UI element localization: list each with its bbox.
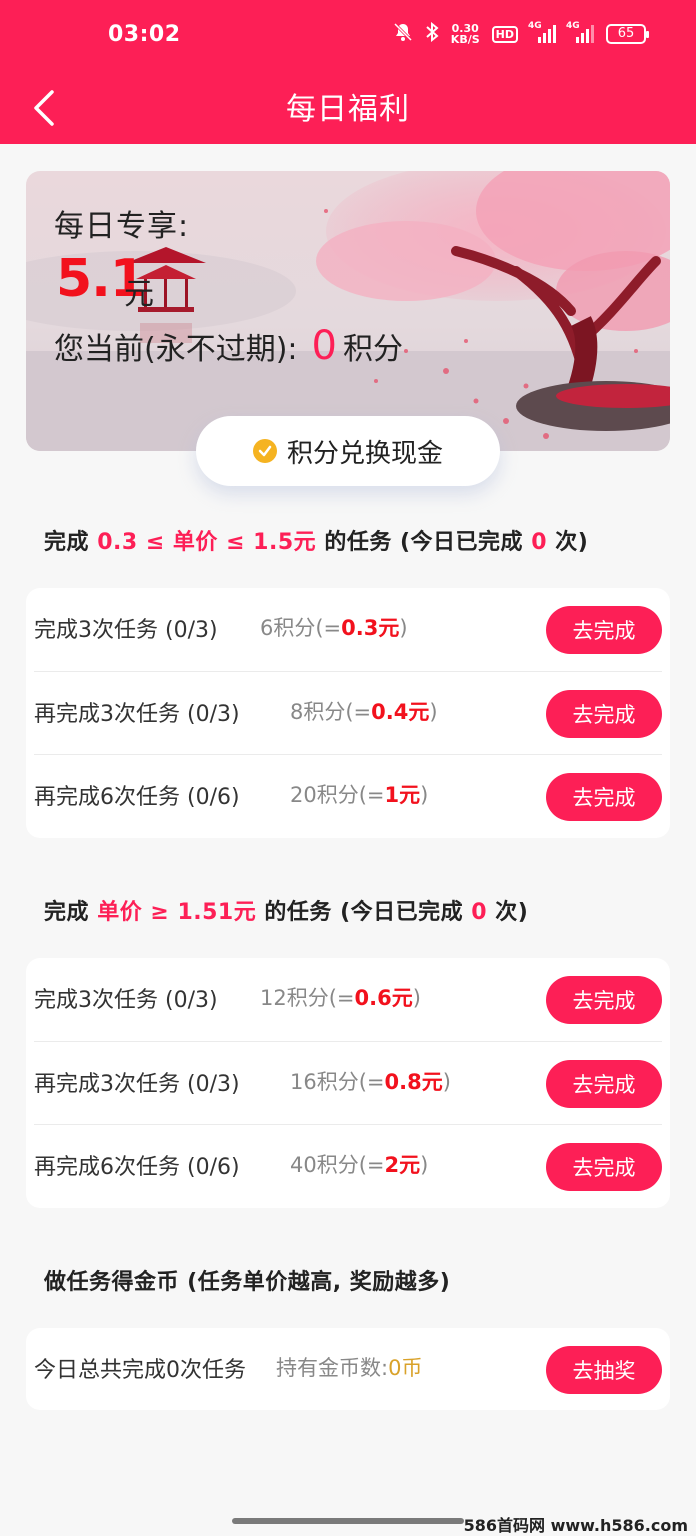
task-cash: 1元 xyxy=(384,783,421,807)
header: 03:02 0.30 KB/S HD 4G 4G 65 每日福利 xyxy=(0,0,696,144)
points-suffix: 积分 xyxy=(342,332,403,367)
coin-row: 今日总共完成0次任务 持有金币数:0币 去抽奖 xyxy=(34,1328,662,1412)
section2-prefix: 完成 xyxy=(44,900,90,925)
section1-heading: 完成 0.3 ≤ 单价 ≤ 1.5元 的任务 (今日已完成 0 次) xyxy=(44,524,588,556)
go-complete-button[interactable]: 去完成 xyxy=(546,773,662,821)
net-speed: 0.30 KB/S xyxy=(451,23,480,45)
status-bar: 03:02 0.30 KB/S HD 4G 4G 65 xyxy=(0,0,696,72)
task-points: 40积分(= xyxy=(290,1153,385,1177)
signal-icon-2: 4G xyxy=(566,21,594,43)
task-row: 再完成3次任务 (0/3) 8积分(=0.4元) 去完成 xyxy=(34,672,662,756)
section1-suffix: 次) xyxy=(555,530,589,555)
points-prefix: 您当前(永不过期): xyxy=(54,332,298,367)
coins-value: 0币 xyxy=(388,1356,423,1380)
signal-icon: 4G xyxy=(528,21,556,43)
task-cash: 2元 xyxy=(384,1153,421,1177)
task-cash: 0.4元 xyxy=(371,700,430,724)
task-name: 再完成3次任务 (0/3) xyxy=(34,1072,240,1097)
task-points: 6积分(= xyxy=(260,616,342,640)
section1-middle: 的任务 (今日已完成 xyxy=(324,530,524,555)
task-reward-close: ) xyxy=(420,1153,429,1177)
current-points: 您当前(永不过期): 0 积分 xyxy=(54,323,403,369)
section2-suffix: 次) xyxy=(495,900,529,925)
task-name: 再完成6次任务 (0/6) xyxy=(34,1155,240,1180)
page-title: 每日福利 xyxy=(286,92,410,127)
total-completed-text: 今日总共完成0次任务 xyxy=(34,1358,246,1383)
task-reward-close: ) xyxy=(399,616,408,640)
task-points: 8积分(= xyxy=(290,700,372,724)
go-complete-button[interactable]: 去完成 xyxy=(546,606,662,654)
watermark: 586首码网 www.h586.com xyxy=(463,1516,688,1535)
hd-badge: HD xyxy=(491,25,518,43)
coins-label: 持有金币数: xyxy=(276,1356,389,1380)
exchange-cash-button[interactable]: 积分兑换现金 xyxy=(196,416,500,486)
section2-range: 单价 ≥ 1.51元 xyxy=(97,900,257,925)
section3-card: 今日总共完成0次任务 持有金币数:0币 去抽奖 xyxy=(26,1328,670,1410)
section2-heading: 完成 单价 ≥ 1.51元 的任务 (今日已完成 0 次) xyxy=(44,894,528,926)
lottery-button[interactable]: 去抽奖 xyxy=(546,1346,662,1394)
task-cash: 0.8元 xyxy=(384,1070,443,1094)
task-reward-close: ) xyxy=(420,783,429,807)
task-reward: 8积分(=0.4元) xyxy=(290,696,438,726)
battery-icon: 65 xyxy=(606,24,649,44)
section2-middle: 的任务 (今日已完成 xyxy=(264,900,464,925)
section2-count: 0 xyxy=(471,900,488,925)
task-row: 完成3次任务 (0/3) 12积分(=0.6元) 去完成 xyxy=(34,958,662,1042)
coin-balance: 持有金币数:0币 xyxy=(276,1352,422,1382)
task-reward: 16积分(=0.8元) xyxy=(290,1066,451,1096)
section1-card: 完成3次任务 (0/3) 6积分(=0.3元) 去完成 再完成3次任务 (0/3… xyxy=(26,588,670,838)
daily-amount-unit: 元 xyxy=(124,277,154,312)
mute-bell-icon xyxy=(393,22,413,46)
section1-count: 0 xyxy=(531,530,548,555)
task-cash: 0.6元 xyxy=(354,986,413,1010)
task-points: 12积分(= xyxy=(260,986,355,1010)
task-reward-close: ) xyxy=(442,1070,451,1094)
status-time: 03:02 xyxy=(108,22,181,47)
task-name: 再完成3次任务 (0/3) xyxy=(34,702,240,727)
task-reward: 6积分(=0.3元) xyxy=(260,612,408,642)
task-row: 再完成6次任务 (0/6) 40积分(=2元) 去完成 xyxy=(34,1125,662,1209)
go-complete-button[interactable]: 去完成 xyxy=(546,690,662,738)
signal-2-label: 4G xyxy=(566,21,580,31)
task-points: 16积分(= xyxy=(290,1070,385,1094)
task-reward-close: ) xyxy=(429,700,438,724)
banner-title: 每日专享: xyxy=(54,209,190,244)
task-name: 再完成6次任务 (0/6) xyxy=(34,785,240,810)
net-speed-unit: KB/S xyxy=(450,33,480,46)
task-reward: 12积分(=0.6元) xyxy=(260,982,421,1012)
status-icons: 0.30 KB/S HD 4G 4G 65 xyxy=(393,21,649,46)
task-name: 完成3次任务 (0/3) xyxy=(34,618,218,643)
section2-card: 完成3次任务 (0/3) 12积分(=0.6元) 去完成 再完成3次任务 (0/… xyxy=(26,958,670,1208)
go-complete-button[interactable]: 去完成 xyxy=(546,1143,662,1191)
nav-bar: 每日福利 xyxy=(0,72,696,144)
check-circle-icon xyxy=(252,439,277,463)
points-value: 0 xyxy=(311,323,337,369)
bluetooth-icon xyxy=(425,21,439,46)
task-points: 20积分(= xyxy=(290,783,385,807)
task-row: 再完成3次任务 (0/3) 16积分(=0.8元) 去完成 xyxy=(34,1042,662,1126)
section1-range: 0.3 ≤ 单价 ≤ 1.5元 xyxy=(97,530,317,555)
section3-heading: 做任务得金币 (任务单价越高, 奖励越多) xyxy=(44,1270,451,1295)
task-cash: 0.3元 xyxy=(341,616,400,640)
go-complete-button[interactable]: 去完成 xyxy=(546,976,662,1024)
signal-1-label: 4G xyxy=(528,21,542,31)
home-indicator[interactable] xyxy=(232,1518,464,1524)
task-reward: 40积分(=2元) xyxy=(290,1149,428,1179)
task-reward-close: ) xyxy=(412,986,421,1010)
task-name: 完成3次任务 (0/3) xyxy=(34,988,218,1013)
task-row: 再完成6次任务 (0/6) 20积分(=1元) 去完成 xyxy=(34,755,662,839)
task-reward: 20积分(=1元) xyxy=(290,779,428,809)
section1-prefix: 完成 xyxy=(44,530,90,555)
exchange-cash-label: 积分兑换现金 xyxy=(286,438,443,469)
go-complete-button[interactable]: 去完成 xyxy=(546,1060,662,1108)
banner: 每日专享: 5.1 元 您当前(永不过期): 0 积分 xyxy=(26,171,670,451)
task-row: 完成3次任务 (0/3) 6积分(=0.3元) 去完成 xyxy=(34,588,662,672)
